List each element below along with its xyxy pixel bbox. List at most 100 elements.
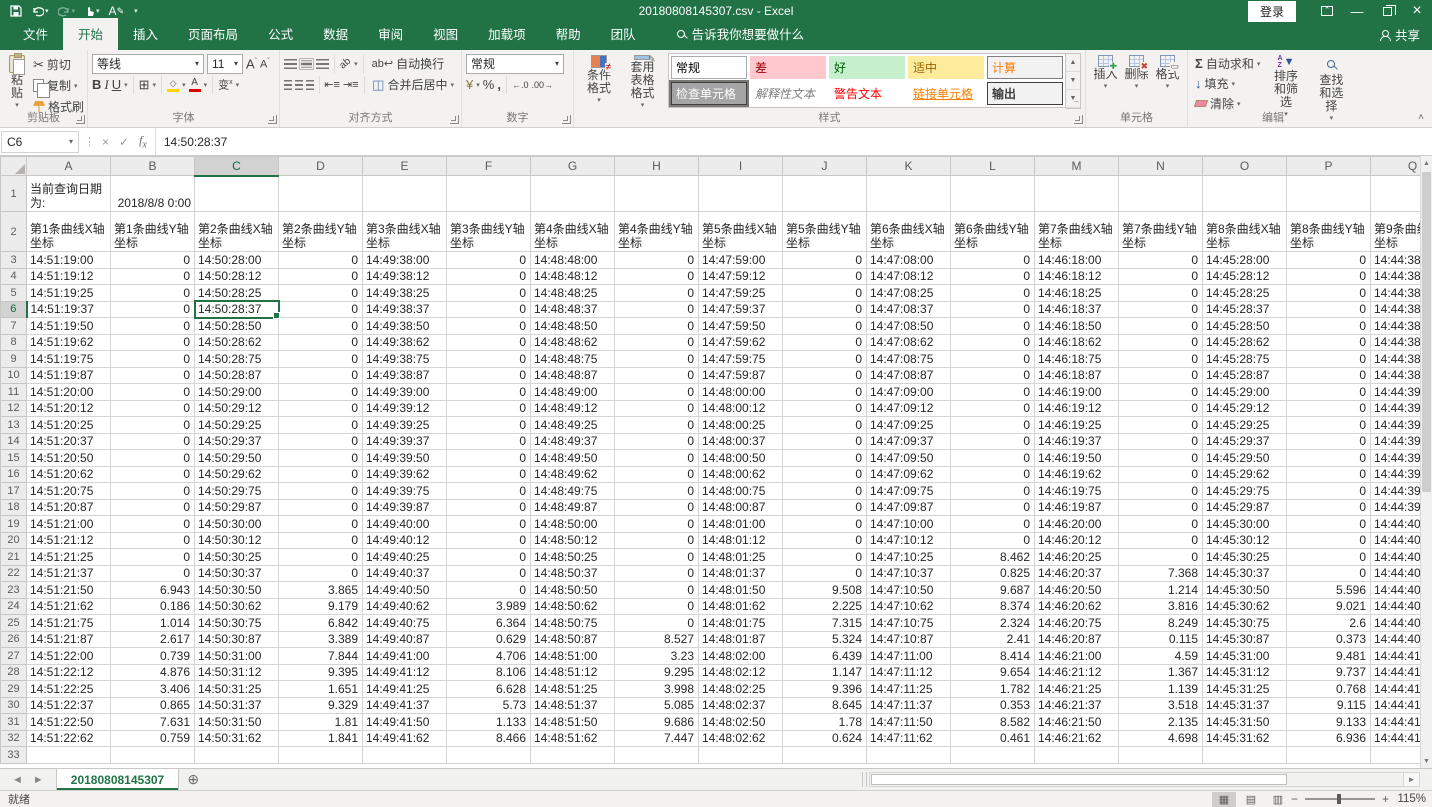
cell-F2[interactable]: 第3条曲线Y轴坐标	[447, 212, 531, 252]
cell[interactable]	[195, 747, 279, 764]
cell-M16[interactable]: 14:46:19:62	[1035, 466, 1119, 483]
cell-E15[interactable]: 14:49:39:50	[363, 450, 447, 467]
cell-D12[interactable]: 0	[279, 400, 363, 417]
cell-H11[interactable]: 0	[615, 384, 699, 401]
font-tool-icon[interactable]: A✎	[109, 4, 125, 18]
cell-F5[interactable]: 0	[447, 285, 531, 302]
currency-format-icon[interactable]: ¥	[466, 78, 473, 92]
cell-N27[interactable]: 4.59	[1119, 648, 1203, 665]
cell-P28[interactable]: 9.737	[1287, 664, 1371, 681]
cell-I23[interactable]: 14:48:01:50	[699, 582, 783, 599]
cell-E31[interactable]: 14:49:41:50	[363, 714, 447, 731]
cell-A2[interactable]: 第1条曲线X轴坐标	[27, 212, 111, 252]
cell-H27[interactable]: 3.23	[615, 648, 699, 665]
cell-L10[interactable]: 0	[951, 367, 1035, 384]
cell-A31[interactable]: 14:51:22:50	[27, 714, 111, 731]
cell[interactable]	[1119, 176, 1203, 212]
cell-K18[interactable]: 14:47:09:87	[867, 499, 951, 516]
cell-J17[interactable]: 0	[783, 483, 867, 500]
row-header-2[interactable]: 2	[1, 212, 27, 252]
cell-H4[interactable]: 0	[615, 268, 699, 285]
cell[interactable]	[447, 176, 531, 212]
cell-E30[interactable]: 14:49:41:37	[363, 697, 447, 714]
cell-K11[interactable]: 14:47:09:00	[867, 384, 951, 401]
cell-N8[interactable]: 0	[1119, 334, 1203, 351]
cell-L3[interactable]: 0	[951, 252, 1035, 269]
cell-C9[interactable]: 14:50:28:75	[195, 351, 279, 368]
row-header-30[interactable]: 30	[1, 697, 27, 714]
cell-J5[interactable]: 0	[783, 285, 867, 302]
cell[interactable]	[1287, 747, 1371, 764]
cell-L15[interactable]: 0	[951, 450, 1035, 467]
cell-G10[interactable]: 14:48:48:87	[531, 367, 615, 384]
cell-D23[interactable]: 3.865	[279, 582, 363, 599]
cell-F24[interactable]: 3.989	[447, 598, 531, 615]
cell-G12[interactable]: 14:48:49:12	[531, 400, 615, 417]
cell-C23[interactable]: 14:50:30:50	[195, 582, 279, 599]
cell-B5[interactable]: 0	[111, 285, 195, 302]
cell-M25[interactable]: 14:46:20:75	[1035, 615, 1119, 632]
cell-A1[interactable]: 当前查询日期为:	[27, 176, 111, 212]
cell-I3[interactable]: 14:47:59:00	[699, 252, 783, 269]
cell-Q31[interactable]: 14:44:41:50	[1371, 714, 1421, 731]
cell-L29[interactable]: 1.782	[951, 681, 1035, 698]
horizontal-scrollbar[interactable]: ►	[862, 772, 1420, 787]
cell-L8[interactable]: 0	[951, 334, 1035, 351]
clipboard-dialog-launcher[interactable]	[76, 115, 85, 124]
cell[interactable]	[615, 747, 699, 764]
cell-style-检查单元格[interactable]: 检查单元格	[671, 82, 747, 105]
cell-F18[interactable]: 0	[447, 499, 531, 516]
cell-I26[interactable]: 14:48:01:87	[699, 631, 783, 648]
cell-Q25[interactable]: 14:44:40:75	[1371, 615, 1421, 632]
cell[interactable]	[1119, 747, 1203, 764]
cell-P13[interactable]: 0	[1287, 417, 1371, 434]
cell-Q29[interactable]: 14:44:41:25	[1371, 681, 1421, 698]
cell-P25[interactable]: 2.6	[1287, 615, 1371, 632]
cell-K3[interactable]: 14:47:08:00	[867, 252, 951, 269]
cell-C26[interactable]: 14:50:30:87	[195, 631, 279, 648]
cell-L16[interactable]: 0	[951, 466, 1035, 483]
cell[interactable]	[531, 176, 615, 212]
tab-数据[interactable]: 数据	[308, 18, 363, 50]
font-name-select[interactable]: 等线▾	[92, 54, 204, 74]
cell-style-警告文本[interactable]: 警告文本	[829, 82, 905, 105]
cell-J21[interactable]: 0	[783, 549, 867, 566]
cell-H17[interactable]: 0	[615, 483, 699, 500]
cell-E4[interactable]: 14:49:38:12	[363, 268, 447, 285]
cell-P20[interactable]: 0	[1287, 532, 1371, 549]
cell-N22[interactable]: 7.368	[1119, 565, 1203, 582]
cell-D25[interactable]: 6.842	[279, 615, 363, 632]
cell-F21[interactable]: 0	[447, 549, 531, 566]
cell-M11[interactable]: 14:46:19:00	[1035, 384, 1119, 401]
cell-F4[interactable]: 0	[447, 268, 531, 285]
share-button[interactable]: 共享	[1380, 25, 1420, 44]
wrap-text-button[interactable]: ab↩自动换行	[369, 54, 447, 73]
cell-M3[interactable]: 14:46:18:00	[1035, 252, 1119, 269]
cell-E13[interactable]: 14:49:39:25	[363, 417, 447, 434]
cell-E5[interactable]: 14:49:38:25	[363, 285, 447, 302]
row-header-12[interactable]: 12	[1, 400, 27, 417]
collapse-ribbon-button[interactable]: ˄	[1418, 112, 1424, 123]
column-header-N[interactable]: N	[1119, 157, 1203, 176]
cell-F14[interactable]: 0	[447, 433, 531, 450]
orientation-icon[interactable]: ab	[337, 55, 355, 73]
cell[interactable]	[1035, 176, 1119, 212]
cell-B6[interactable]: 0	[111, 301, 195, 318]
cell-H16[interactable]: 0	[615, 466, 699, 483]
cell-E32[interactable]: 14:49:41:62	[363, 730, 447, 747]
cell-P3[interactable]: 0	[1287, 252, 1371, 269]
cell-K5[interactable]: 14:47:08:25	[867, 285, 951, 302]
cell-L21[interactable]: 8.462	[951, 549, 1035, 566]
cell-Q14[interactable]: 14:44:39:37	[1371, 433, 1421, 450]
cell-I19[interactable]: 14:48:01:00	[699, 516, 783, 533]
cell-L4[interactable]: 0	[951, 268, 1035, 285]
row-header-28[interactable]: 28	[1, 664, 27, 681]
cell-L23[interactable]: 9.687	[951, 582, 1035, 599]
cell-H25[interactable]: 0	[615, 615, 699, 632]
autosum-button[interactable]: Σ自动求和▾	[1192, 54, 1263, 73]
cell-H2[interactable]: 第4条曲线Y轴坐标	[615, 212, 699, 252]
cell-O19[interactable]: 14:45:30:00	[1203, 516, 1287, 533]
cell-Q6[interactable]: 14:44:38:37	[1371, 301, 1421, 318]
cell-P22[interactable]: 0	[1287, 565, 1371, 582]
cell-E16[interactable]: 14:49:39:62	[363, 466, 447, 483]
